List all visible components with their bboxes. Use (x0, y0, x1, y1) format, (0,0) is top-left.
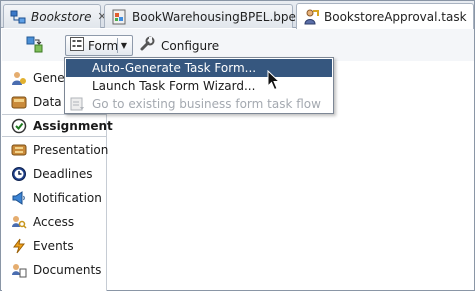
sidebar-item-notification[interactable]: Notification (2, 186, 106, 209)
blank-icon (70, 78, 86, 94)
menu-item-launch-task-form-wizard[interactable]: Launch Task Form Wizard... (66, 77, 332, 95)
composite-icon (10, 9, 26, 25)
sidebar-item-general[interactable]: General (2, 66, 66, 89)
sidebar-item-label: Events (33, 238, 74, 253)
menu-item-label: Go to existing business form task flow (92, 97, 321, 111)
form-dropdown-button[interactable]: Form ▼ (65, 35, 133, 56)
menu-item-go-to-business-form-task-flow[interactable]: Go to existing business form task flow (66, 95, 332, 113)
general-icon (10, 69, 28, 87)
configure-label: Configure (161, 38, 220, 53)
sidebar-item-deadlines[interactable]: Deadlines (2, 162, 106, 185)
sidebar-item-presentation[interactable]: Presentation (2, 138, 109, 161)
tab-label: Bookstore (31, 9, 92, 24)
form-icon (70, 37, 84, 54)
menu-item-auto-generate-task-form[interactable]: Auto-Generate Task Form... (66, 59, 332, 77)
form-button-label: Form (88, 38, 119, 53)
wrench-icon (139, 36, 155, 55)
presentation-icon (10, 141, 28, 159)
blank-icon (70, 60, 86, 76)
menu-item-label: Launch Task Form Wizard... (92, 79, 256, 93)
sidebar-item-label: Documents (33, 262, 102, 277)
sidebar-item-label: Data (33, 94, 62, 109)
mouse-cursor-icon (267, 70, 281, 91)
access-icon (10, 213, 28, 231)
tab-bookstoreapproval-task[interactable]: BookstoreApproval.task (296, 3, 474, 29)
events-icon (10, 237, 28, 255)
sidebar-item-label: Access (33, 214, 75, 229)
chevron-down-icon[interactable]: ▼ (117, 38, 130, 53)
sidebar-item-label: Deadlines (33, 166, 93, 181)
configure-button[interactable]: Configure (139, 35, 219, 56)
editor-tab-strip: Bookstore ✕ BookWarehousingBPEL.bpel ✕ (1, 1, 474, 29)
form-dropdown-menu: Auto-Generate Task Form... Launch Task F… (64, 57, 334, 114)
sidebar-item-label: Notification (33, 190, 102, 205)
menu-item-label: Auto-Generate Task Form... (92, 61, 257, 75)
tab-label: BookWarehousingBPEL.bpel (132, 9, 300, 24)
notification-icon (10, 189, 28, 207)
sidebar-item-access[interactable]: Access (2, 210, 106, 233)
bpel-process-icon (111, 9, 127, 25)
sidebar-item-events[interactable]: Events (2, 234, 106, 257)
sidebar-item-label: General (33, 70, 66, 85)
tab-label: BookstoreApproval.task (324, 9, 467, 24)
task-editor-window: Bookstore ✕ BookWarehousingBPEL.bpel ✕ (0, 0, 475, 291)
deadlines-icon (10, 165, 28, 183)
tab-bookstore[interactable]: Bookstore ✕ (3, 4, 107, 28)
task-settings-icon[interactable] (26, 36, 44, 54)
sidebar-item-data[interactable]: Data (2, 90, 66, 113)
tab-bookwarehousing-bpel[interactable]: BookWarehousingBPEL.bpel ✕ (104, 4, 314, 28)
sidebar-item-label: Assignment (33, 118, 113, 133)
assignment-icon (10, 117, 28, 135)
task-flow-icon (70, 96, 86, 112)
documents-icon (10, 261, 28, 279)
data-icon (10, 93, 28, 111)
sidebar-item-assignment[interactable]: Assignment (2, 114, 113, 137)
human-task-icon (303, 9, 319, 25)
sidebar-item-documents[interactable]: Documents (2, 258, 106, 281)
sidebar-item-label: Presentation (33, 142, 109, 157)
